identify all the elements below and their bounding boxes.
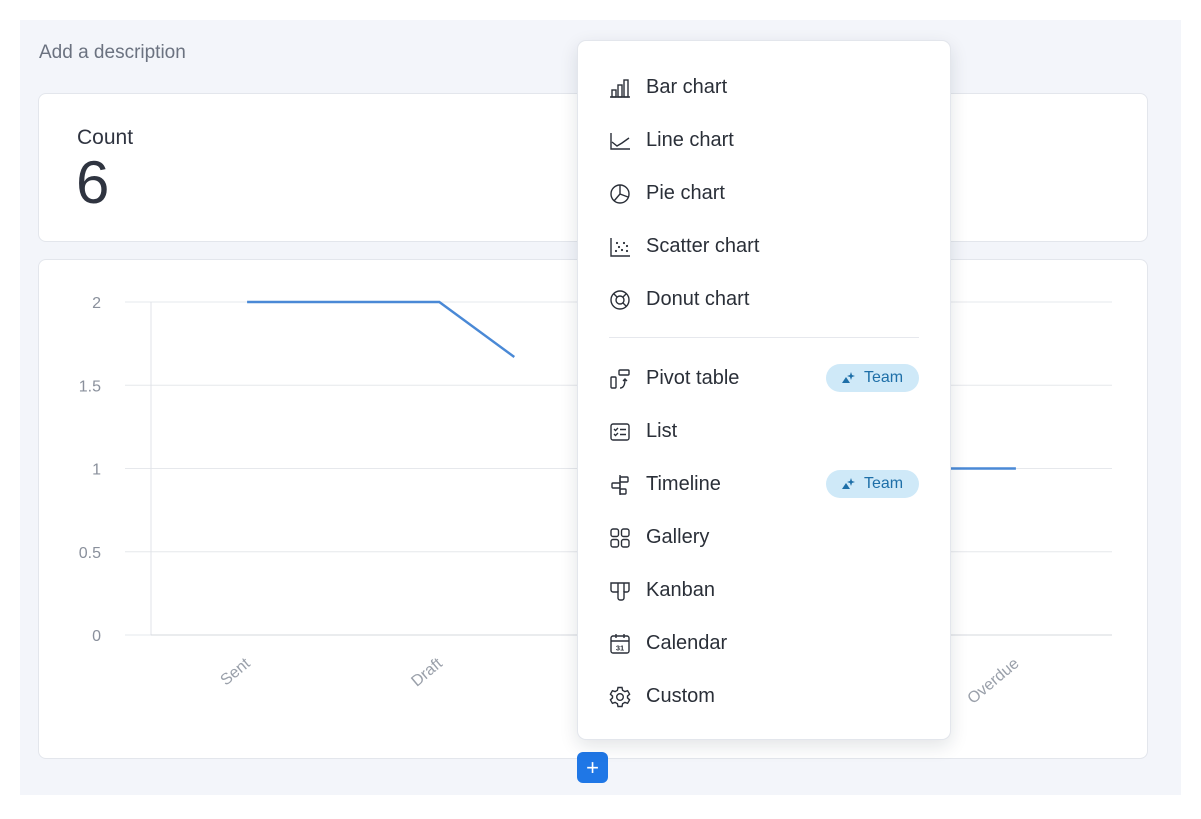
team-badge: Team	[826, 470, 919, 498]
menu-item-label: Pivot table	[646, 367, 740, 389]
menu-item-label: Line chart	[646, 129, 734, 151]
y-tick-label: 2	[92, 295, 101, 312]
menu-item-pie-chart[interactable]: Pie chart	[578, 171, 950, 215]
menu-item-pivot-table[interactable]: Pivot table Team	[578, 356, 950, 400]
count-title: Count	[77, 126, 134, 149]
bar-chart-icon	[610, 79, 630, 98]
menu-item-kanban[interactable]: Kanban	[578, 568, 950, 612]
menu-item-label: List	[646, 420, 678, 442]
calendar-icon: 31	[610, 634, 630, 654]
menu-item-label: Custom	[646, 685, 715, 707]
menu-item-label: Pie chart	[646, 182, 725, 204]
y-tick-label: 0.5	[79, 545, 101, 562]
visualization-type-menu: Bar chart Line chart Pie chart Scatter c…	[577, 40, 951, 740]
kanban-icon	[610, 582, 630, 601]
menu-item-line-chart[interactable]: Line chart	[578, 118, 950, 162]
menu-item-label: Kanban	[646, 579, 715, 601]
menu-item-scatter-chart[interactable]: Scatter chart	[578, 224, 950, 268]
menu-item-label: Gallery	[646, 526, 710, 548]
gear-icon	[609, 686, 631, 708]
gallery-icon	[610, 528, 630, 548]
menu-item-list[interactable]: List	[578, 409, 950, 453]
sparkle-icon	[842, 478, 855, 489]
menu-item-calendar[interactable]: 31 Calendar	[578, 621, 950, 665]
donut-chart-icon	[610, 290, 630, 310]
menu-item-donut-chart[interactable]: Donut chart	[578, 277, 950, 321]
pie-chart-icon	[610, 184, 630, 204]
menu-item-label: Scatter chart	[646, 235, 760, 257]
menu-item-label: Calendar	[646, 632, 728, 654]
menu-divider	[609, 337, 919, 338]
sparkle-icon	[842, 372, 855, 383]
menu-item-label: Timeline	[646, 473, 721, 495]
x-tick-label: Draft	[408, 655, 446, 691]
list-icon	[610, 423, 630, 441]
scatter-chart-icon	[610, 238, 630, 257]
pivot-table-icon	[610, 369, 630, 389]
menu-item-gallery[interactable]: Gallery	[578, 515, 950, 559]
line-chart-icon	[610, 133, 630, 150]
svg-text:31: 31	[616, 644, 624, 653]
count-value: 6	[76, 149, 110, 216]
y-tick-label: 1	[92, 462, 101, 479]
timeline-icon	[611, 475, 629, 495]
series-line	[247, 300, 516, 358]
team-badge: Team	[826, 364, 919, 392]
description-field[interactable]: Add a description	[39, 42, 186, 64]
y-tick-label: 1.5	[79, 378, 101, 395]
menu-item-timeline[interactable]: Timeline Team	[578, 462, 950, 506]
menu-item-custom[interactable]: Custom	[578, 674, 950, 718]
x-tick-label: Sent	[218, 655, 255, 690]
y-tick-label: 0	[92, 628, 101, 645]
x-tick-label: Overdue	[965, 655, 1023, 708]
menu-item-bar-chart[interactable]: Bar chart	[578, 65, 950, 109]
menu-item-label: Donut chart	[646, 288, 750, 310]
add-widget-button[interactable]: +	[577, 752, 608, 783]
menu-item-label: Bar chart	[646, 76, 728, 98]
